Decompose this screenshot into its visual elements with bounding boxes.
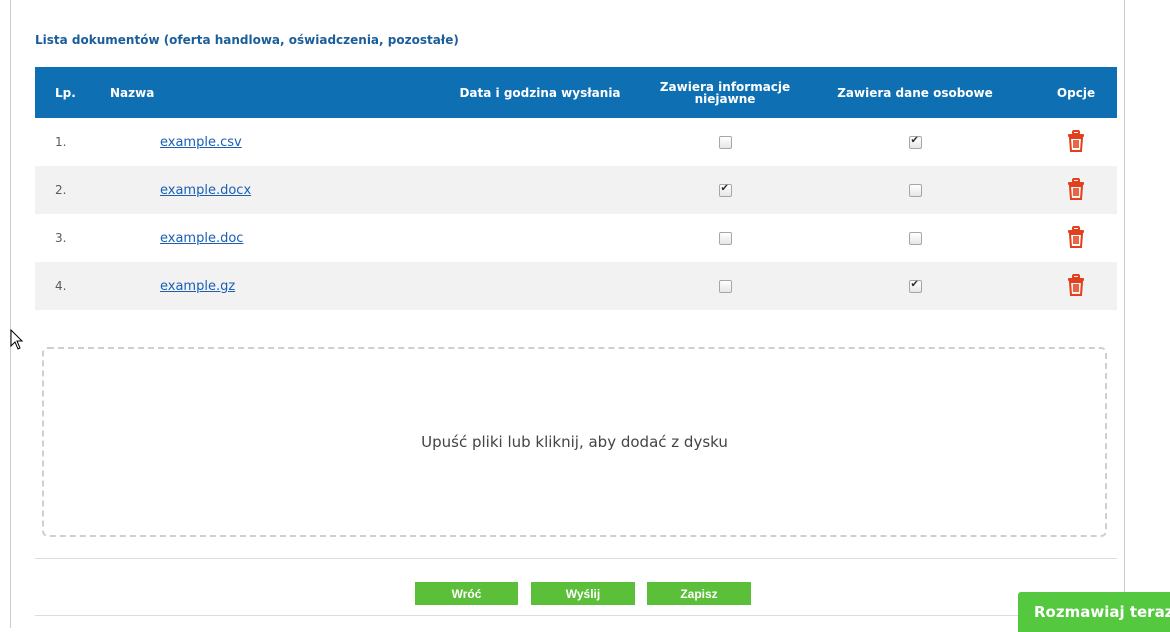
row-date <box>425 262 655 310</box>
personal-data-checkbox[interactable] <box>908 232 922 245</box>
row-date <box>425 166 655 214</box>
file-dropzone[interactable]: Upuść pliki lub kliknij, aby dodać z dys… <box>42 347 1107 537</box>
documents-table: Lp. Nazwa Data i godzina wysłania Zawier… <box>35 67 1117 310</box>
divider <box>35 615 1117 616</box>
table-header-row: Lp. Nazwa Data i godzina wysłania Zawier… <box>35 67 1117 118</box>
chat-now-button[interactable]: Rozmawiaj teraz <box>1018 592 1170 632</box>
header-date: Data i godzina wysłania <box>425 67 655 118</box>
file-link[interactable]: example.doc <box>160 231 243 246</box>
personal-data-checkbox[interactable] <box>908 135 922 149</box>
header-options: Opcje <box>1035 67 1117 118</box>
row-date <box>425 214 655 262</box>
table-row: 3. example.doc <box>35 214 1117 262</box>
personal-data-checkbox[interactable] <box>908 279 922 293</box>
section-title: Lista dokumentów (oferta handlowa, oświa… <box>35 33 459 47</box>
frame-right-border <box>1124 0 1125 628</box>
table-row: 4. example.gz <box>35 262 1117 310</box>
row-lp: 4. <box>35 262 90 310</box>
frame-left-border <box>10 0 11 628</box>
send-button[interactable]: Wyślij <box>531 582 635 605</box>
row-lp: 2. <box>35 166 90 214</box>
table-row: 1. example.csv <box>35 118 1117 166</box>
file-link[interactable]: example.gz <box>160 279 235 294</box>
row-lp: 1. <box>55 135 67 149</box>
trash-icon[interactable] <box>1067 225 1085 251</box>
trash-icon[interactable] <box>1067 129 1085 155</box>
personal-data-checkbox[interactable] <box>908 184 922 197</box>
dropzone-text: Upuść pliki lub kliknij, aby dodać z dys… <box>421 433 728 451</box>
confidential-checkbox[interactable] <box>718 280 732 293</box>
divider <box>35 558 1117 559</box>
file-link[interactable]: example.docx <box>160 183 251 198</box>
confidential-checkbox[interactable] <box>718 183 732 197</box>
file-link[interactable]: example.csv <box>160 135 242 150</box>
header-lp: Lp. <box>35 67 90 118</box>
row-lp: 3. <box>55 231 67 245</box>
back-button[interactable]: Wróć <box>415 582 518 605</box>
mouse-pointer-icon <box>10 329 24 350</box>
header-confidential: Zawiera informacje niejawne <box>655 67 795 118</box>
trash-icon[interactable] <box>1067 273 1085 299</box>
table-row: 2. example.docx <box>35 166 1117 214</box>
header-personal: Zawiera dane osobowe <box>795 67 1035 118</box>
trash-icon[interactable] <box>1067 177 1085 203</box>
header-name: Nazwa <box>90 67 425 118</box>
confidential-checkbox[interactable] <box>718 136 732 149</box>
confidential-checkbox[interactable] <box>718 232 732 245</box>
row-date <box>425 118 655 166</box>
save-button[interactable]: Zapisz <box>647 582 751 605</box>
